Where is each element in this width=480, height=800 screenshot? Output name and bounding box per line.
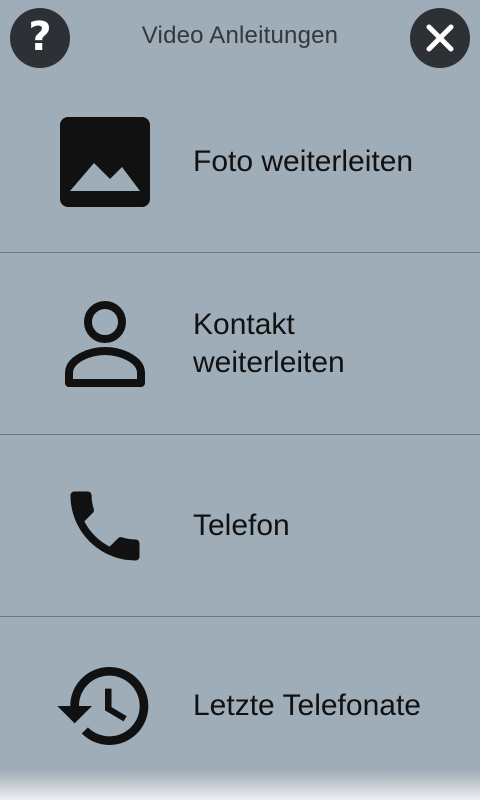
bottom-fade	[0, 770, 480, 800]
list-item-letzte-telefonate[interactable]: Letzte Telefonate	[0, 617, 480, 795]
list-item-label: Foto weiterleiten	[193, 145, 414, 178]
person-icon	[50, 289, 160, 399]
history-icon	[50, 651, 160, 761]
photo-icon	[50, 107, 160, 217]
list-item-foto-weiterleiten[interactable]: Foto weiterleiten	[0, 72, 480, 253]
page-title: Video Anleitungen	[141, 22, 339, 49]
list-item-kontakt-weiterleiten[interactable]: Kontakt weiterleiten	[0, 253, 480, 435]
phone-icon	[50, 471, 160, 581]
list-item-label: Kontakt weiterleiten	[193, 307, 345, 379]
close-icon	[426, 24, 454, 52]
tutorial-list: Foto weiterleiten Kontakt weiterleiten T…	[0, 72, 480, 795]
list-item-label: Telefon	[193, 508, 290, 542]
header-bar: ? Video Anleitungen	[0, 0, 480, 72]
close-button[interactable]	[410, 8, 470, 68]
list-item-telefon[interactable]: Telefon	[0, 435, 480, 617]
list-item-label: Letzte Telefonate	[193, 689, 421, 722]
